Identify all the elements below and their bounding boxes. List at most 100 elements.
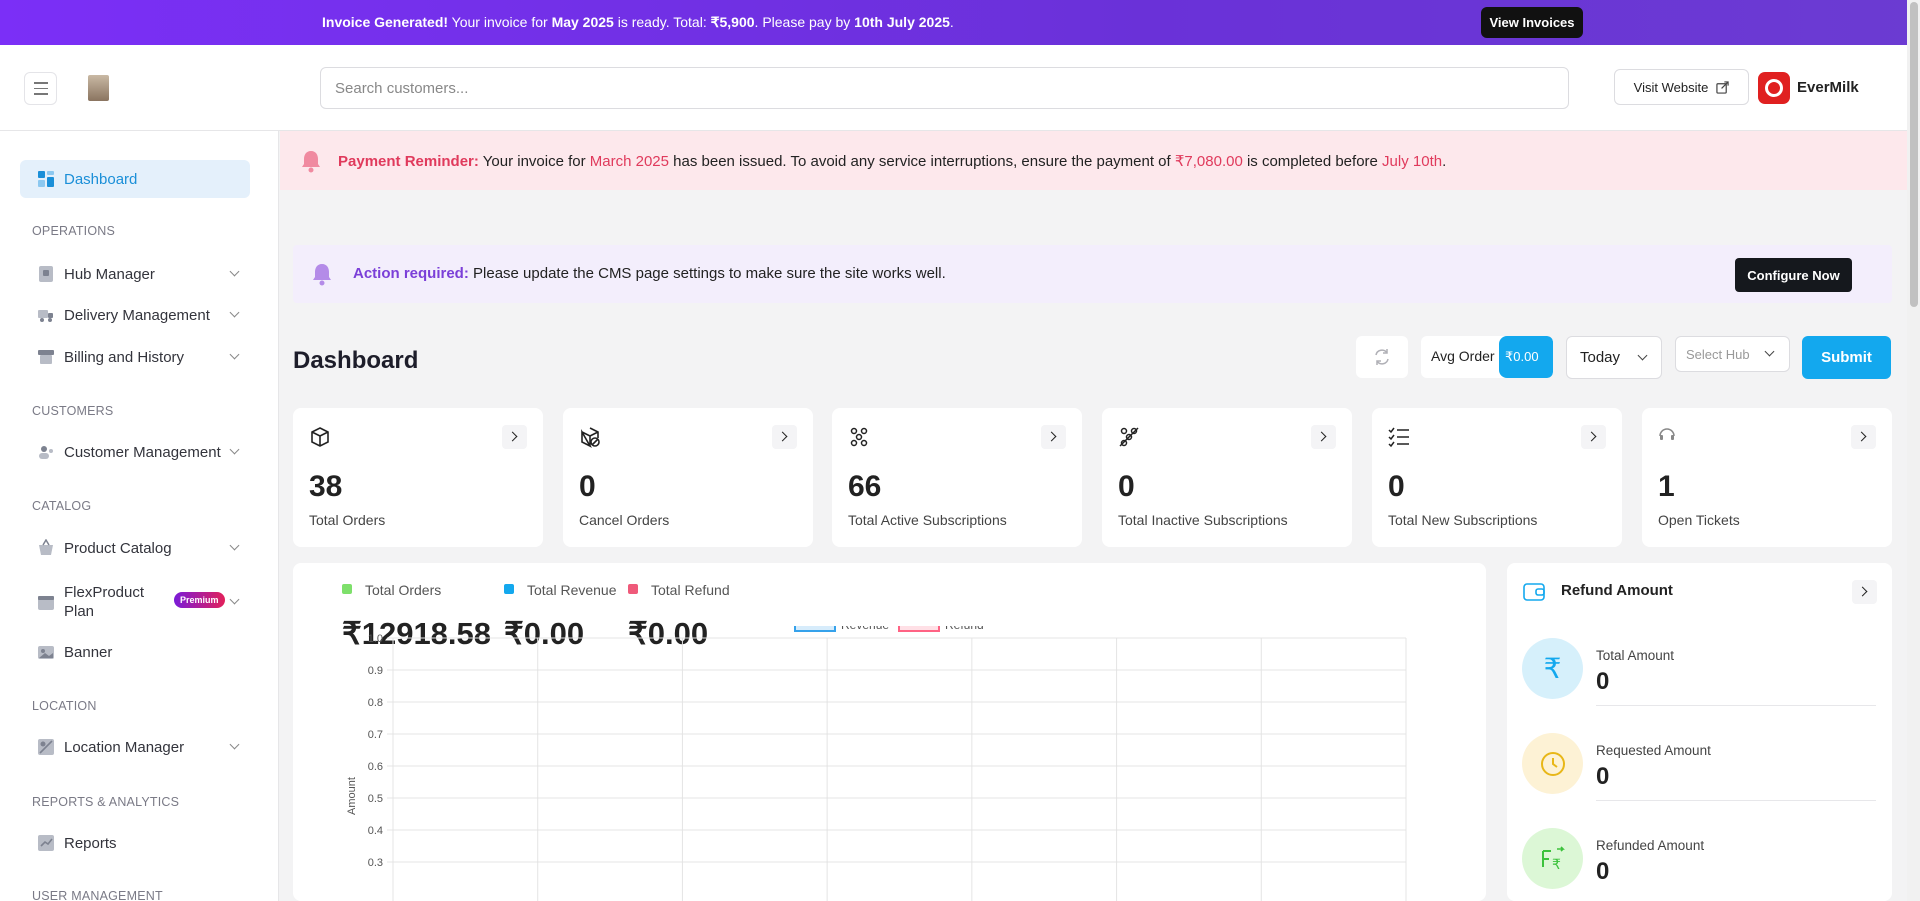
kpi-label: Total Revenue [527, 582, 617, 598]
banner-text: is ready. Total: [613, 14, 711, 30]
chevron-right-icon[interactable] [1851, 425, 1876, 449]
sidebar-item-product-catalog[interactable]: Product Catalog [20, 529, 250, 567]
sidebar-item-flexproduct-plan[interactable]: FlexProduct Plan Premium [20, 579, 250, 625]
view-invoices-button[interactable]: View Invoices [1481, 7, 1583, 38]
billing-icon [38, 350, 54, 364]
sidebar-item-banner[interactable]: Banner [20, 633, 250, 671]
payment-reminder-month: March 2025 [589, 153, 669, 170]
payment-reminder-text: Payment Reminder: Your invoice for March… [338, 152, 1446, 170]
section-operations: OPERATIONS [32, 224, 116, 238]
stat-value: 0 [1388, 470, 1405, 503]
chevron-right-icon[interactable] [1581, 425, 1606, 449]
stat-label: Cancel Orders [579, 512, 670, 528]
headset-icon [1659, 428, 1675, 440]
sidebar-item-label: Billing and History [64, 348, 185, 366]
box-cancel-icon [581, 427, 600, 448]
chevron-down-icon [1764, 346, 1775, 357]
users-icon [39, 446, 53, 459]
clock-icon [1522, 733, 1583, 794]
sidebar-item-billing[interactable]: Billing and History [20, 338, 250, 376]
chevron-right-icon[interactable] [502, 425, 527, 449]
y-tick-label: 0.5 [368, 793, 383, 805]
stat-label: Total Active Subscriptions [848, 512, 1007, 528]
stat-label: Open Tickets [1658, 512, 1740, 528]
sidebar-item-location-manager[interactable]: Location Manager [20, 728, 250, 766]
refund-row-value: 0 [1596, 858, 1610, 885]
stat-card-active-subscriptions[interactable]: 66 Total Active Subscriptions [832, 408, 1082, 547]
hub-select[interactable]: Select Hub [1675, 336, 1790, 372]
refund-row-label: Requested Amount [1596, 743, 1711, 758]
page-title: Dashboard [293, 347, 419, 374]
stat-card-cancel-orders[interactable]: 0 Cancel Orders [563, 408, 813, 547]
kpi-label: Total Orders [365, 582, 442, 598]
y-tick-label: 0.3 [368, 857, 383, 869]
hub-select-placeholder: Select Hub [1686, 346, 1750, 362]
configure-now-button[interactable]: Configure Now [1735, 258, 1852, 292]
refresh-icon [1375, 349, 1389, 365]
y-axis-label: Amount [346, 777, 358, 815]
brand-logo[interactable] [1758, 72, 1790, 104]
submit-button[interactable]: Submit [1802, 336, 1891, 379]
chevron-right-icon[interactable] [1041, 425, 1066, 449]
sidebar-item-delivery[interactable]: Delivery Management [20, 296, 250, 334]
stat-label: Total Inactive Subscriptions [1118, 512, 1288, 528]
hamburger-menu-button[interactable] [24, 72, 57, 105]
header: Search customers... Visit Website EverMi… [0, 45, 1907, 131]
y-tick-label: 0.9 [368, 665, 383, 677]
action-required-message: Please update the CMS page settings to m… [468, 265, 946, 282]
site-logo[interactable] [88, 75, 109, 101]
section-location: LOCATION [32, 699, 97, 713]
checklist-icon [1388, 427, 1409, 448]
stat-card-open-tickets[interactable]: 1 Open Tickets [1642, 408, 1892, 547]
refresh-button[interactable] [1356, 336, 1408, 378]
banner-month: May 2025 [551, 14, 614, 30]
external-link-icon [1716, 80, 1730, 94]
basket-icon [39, 539, 53, 555]
legend-swatch [342, 584, 352, 594]
visit-website-button[interactable]: Visit Website [1614, 69, 1749, 105]
period-select[interactable]: Today [1566, 336, 1662, 379]
refund-flow-icon: ₹ [1522, 828, 1583, 889]
chevron-down-icon [229, 739, 240, 750]
sidebar-item-label: Product Catalog [64, 539, 172, 557]
box-icon [311, 427, 329, 447]
refund-row-value: 0 [1596, 668, 1610, 695]
stat-card-inactive-subscriptions[interactable]: 0 Total Inactive Subscriptions [1102, 408, 1352, 547]
action-required-alert: Action required: Please update the CMS p… [293, 245, 1892, 303]
scrollbar-thumb[interactable] [1910, 2, 1918, 307]
chevron-right-icon[interactable] [1852, 580, 1877, 604]
banner-due: 10th July 2025 [854, 14, 950, 30]
refund-refunded-amount: ₹ Refunded Amount 0 [1522, 828, 1877, 901]
chevron-right-icon[interactable] [772, 425, 797, 449]
image-icon [38, 646, 54, 659]
legend-swatch [898, 626, 940, 632]
sidebar-item-hub-manager[interactable]: Hub Manager [20, 255, 250, 293]
chevron-down-icon [229, 444, 240, 455]
legend-label: Revenue [841, 626, 889, 632]
subscriptions-off-icon [1119, 427, 1139, 447]
banner-total: ₹5,900 [710, 14, 755, 30]
legend-swatch [628, 584, 638, 594]
sidebar-item-label: Reports [64, 834, 117, 852]
banner-text: . [949, 14, 954, 30]
chart-icon [38, 835, 54, 851]
legend-swatch [504, 584, 514, 594]
visit-website-label: Visit Website [1633, 79, 1709, 95]
search-input[interactable]: Search customers... [320, 67, 1569, 109]
payment-reminder-date: July 10th [1382, 153, 1443, 170]
invoice-banner-message: Invoice Generated! Your invoice for May … [322, 14, 954, 31]
page-scrollbar[interactable] [1907, 0, 1920, 901]
brand-name[interactable]: EverMilk [1797, 79, 1859, 96]
truck-icon [38, 310, 53, 322]
stat-card-total-orders[interactable]: 38 Total Orders [293, 408, 543, 547]
stat-card-new-subscriptions[interactable]: 0 Total New Subscriptions [1372, 408, 1622, 547]
banner-text: . Please pay by [754, 14, 855, 30]
stat-value: 1 [1658, 470, 1675, 503]
sidebar-item-dashboard[interactable]: Dashboard [20, 160, 250, 198]
sidebar-item-reports[interactable]: Reports [20, 824, 250, 862]
chevron-down-icon [229, 266, 240, 277]
revenue-refund-chart: 1.0 0.9 0.8 0.7 0.6 0.5 0.4 0.3 Amount Revenue Ref… [346, 626, 1407, 901]
chevron-right-icon[interactable] [1311, 425, 1336, 449]
payment-reminder-amount: ₹7,080.00 [1174, 153, 1243, 170]
sidebar-item-customer-management[interactable]: Customer Management [20, 433, 250, 471]
